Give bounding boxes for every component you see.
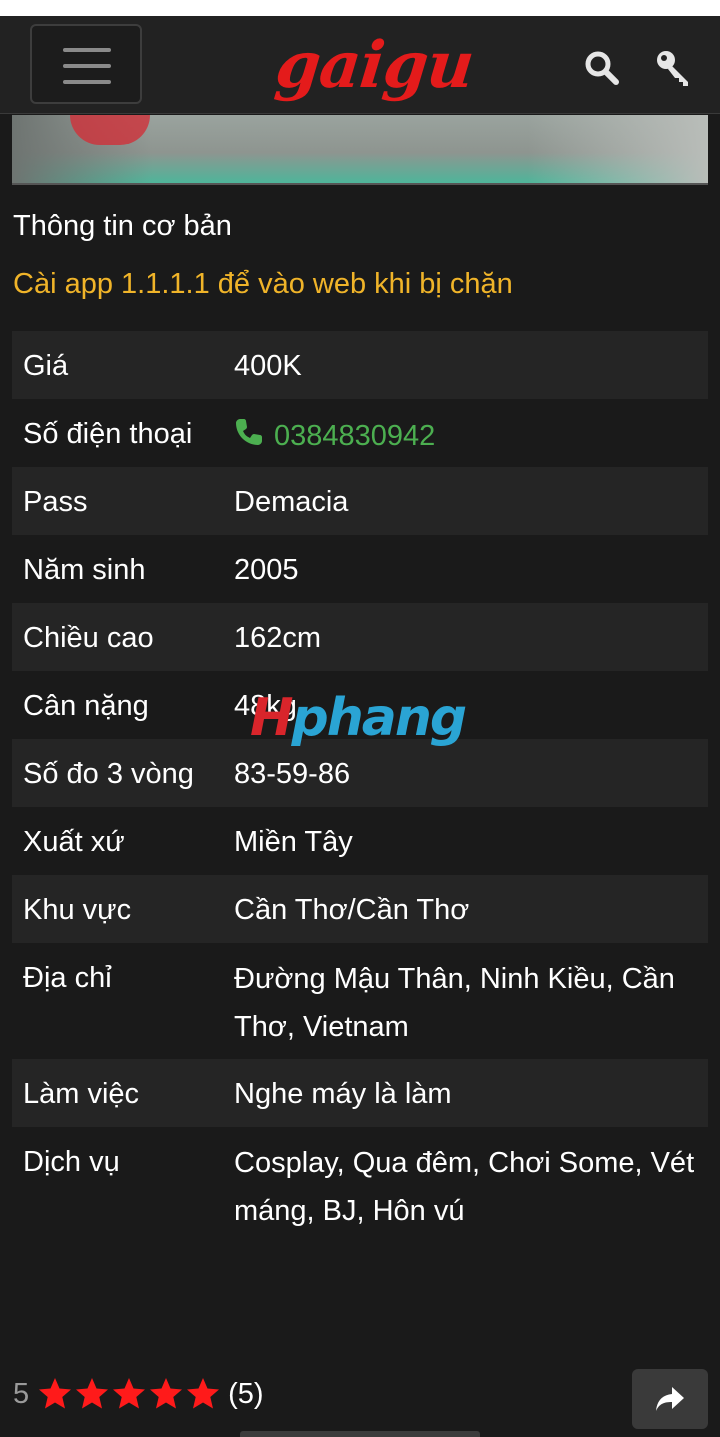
row-label: Làm việc xyxy=(23,1078,140,1110)
row-label: Pass xyxy=(23,486,88,518)
row-label: Khu vực xyxy=(23,894,132,926)
row-value: 0384830942 xyxy=(234,399,708,467)
star-icon[interactable] xyxy=(74,1376,110,1412)
share-arrow-icon xyxy=(656,1387,684,1411)
row-label: Số điện thoại xyxy=(23,418,193,450)
site-logo[interactable]: gaigu xyxy=(272,28,477,103)
table-row: Xuất xứ Miền Tây xyxy=(12,807,708,875)
hamburger-menu-bar xyxy=(63,80,111,84)
row-label: Chiều cao xyxy=(23,622,154,654)
photo-shade xyxy=(528,115,708,183)
row-value: 83-59-86 xyxy=(234,758,351,790)
status-strip xyxy=(0,0,720,16)
section-title: Thông tin cơ bản xyxy=(13,210,232,242)
watermark-logo: Hphang xyxy=(250,690,470,746)
table-row: Pass Demacia xyxy=(12,467,708,535)
row-label: Địa chỉ xyxy=(23,962,112,994)
hamburger-menu-icon xyxy=(63,48,111,52)
row-label: Số đo 3 vòng xyxy=(23,758,194,790)
row-value: Đường Mậu Thân, Ninh Kiều, Cần Thơ, Viet… xyxy=(234,963,675,1043)
rating-count: (5) xyxy=(228,1377,264,1410)
row-value: 2005 xyxy=(234,554,299,586)
table-row: Số đo 3 vòng 83-59-86 xyxy=(12,739,708,807)
share-button[interactable] xyxy=(632,1369,708,1429)
row-value: 162cm xyxy=(234,622,322,654)
profile-photo[interactable] xyxy=(12,115,708,185)
hamburger-menu-bar xyxy=(63,64,111,68)
bottom-handle xyxy=(240,1431,480,1437)
table-row: Dịch vụ Cosplay, Qua đêm, Chơi Some, Vét… xyxy=(12,1127,708,1243)
row-value: Nghe máy là làm xyxy=(234,1078,452,1110)
row-value: Demacia xyxy=(234,486,349,518)
notice-link[interactable]: Cài app 1.1.1.1 để vào web khi bị chặn xyxy=(13,268,513,301)
table-row: Làm việc Nghe máy là làm xyxy=(12,1059,708,1127)
watermark-part-a: H xyxy=(250,688,294,748)
table-row: Địa chỉ Đường Mậu Thân, Ninh Kiều, Cần T… xyxy=(12,943,708,1059)
row-value: Cần Thơ/Cần Thơ xyxy=(234,894,470,926)
search-icon[interactable] xyxy=(582,48,622,88)
top-navbar: gaigu xyxy=(0,16,720,114)
row-label: Xuất xứ xyxy=(23,826,125,858)
row-label: Cân nặng xyxy=(23,690,149,722)
row-value: 400K xyxy=(234,350,302,382)
rating[interactable]: 5 (5) xyxy=(13,1372,264,1416)
table-row: Khu vực Cần Thơ/Cần Thơ xyxy=(12,875,708,943)
rating-score: 5 xyxy=(13,1377,30,1410)
table-row: Giá 400K xyxy=(12,331,708,399)
row-label: Dịch vụ xyxy=(23,1146,120,1178)
hamburger-menu-button[interactable] xyxy=(30,24,142,104)
star-icon[interactable] xyxy=(148,1376,184,1412)
phone-number-link[interactable]: 0384830942 xyxy=(274,420,435,452)
phone-icon xyxy=(236,419,262,445)
row-value: Miền Tây xyxy=(234,826,353,858)
star-icon[interactable] xyxy=(185,1376,221,1412)
table-row: Chiều cao 162cm xyxy=(12,603,708,671)
table-row: Số điện thoại 0384830942 xyxy=(12,399,708,467)
row-label: Giá xyxy=(23,350,69,382)
row-label: Năm sinh xyxy=(23,554,146,586)
row-value: Cosplay, Qua đêm, Chơi Some, Vét máng, B… xyxy=(234,1147,695,1227)
star-icon[interactable] xyxy=(111,1376,147,1412)
key-icon[interactable] xyxy=(654,48,694,88)
watermark-part-b: phang xyxy=(291,688,468,748)
info-table: Giá 400K Số điện thoại 0384830942 Pass D… xyxy=(12,331,708,1243)
star-icon[interactable] xyxy=(37,1376,73,1412)
table-row: Năm sinh 2005 xyxy=(12,535,708,603)
